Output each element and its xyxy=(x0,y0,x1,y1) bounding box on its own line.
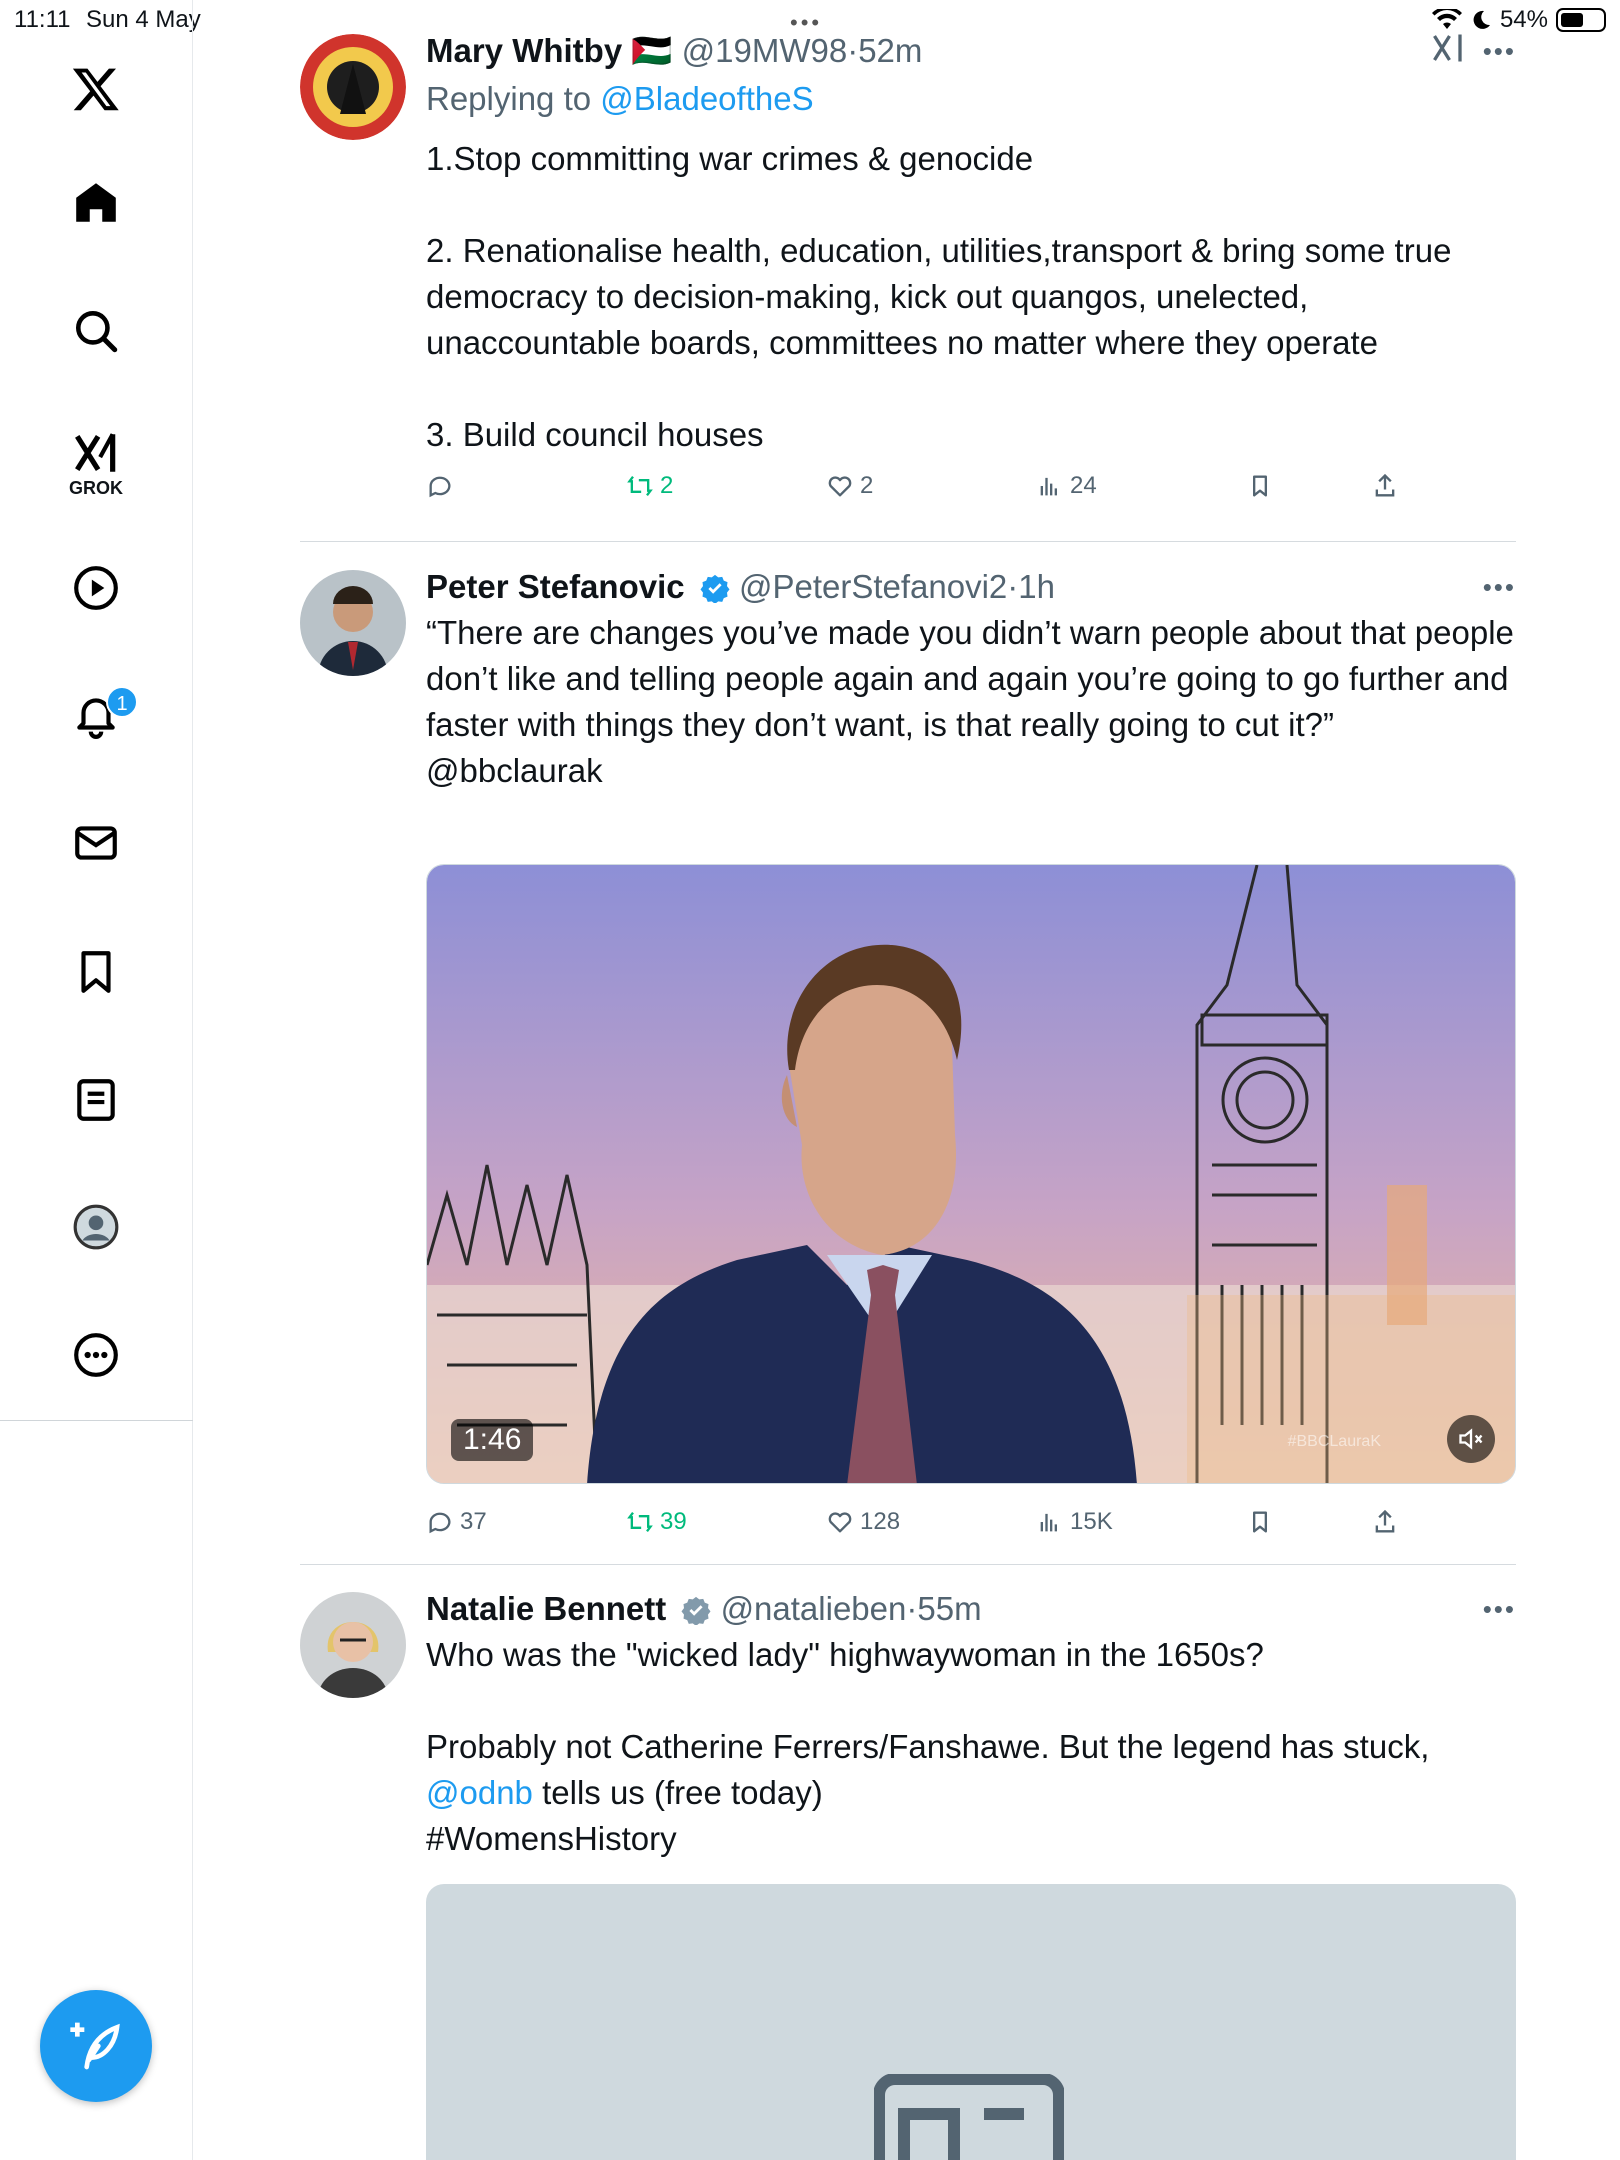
author-name[interactable]: Peter Stefanovic xyxy=(426,568,685,605)
tweet-header: Mary Whitby 🇵🇸 @19MW98·52m xyxy=(426,28,1516,74)
video-duration: 1:46 xyxy=(451,1419,534,1461)
avatar-icon[interactable] xyxy=(65,1196,127,1258)
reply-to-mention[interactable]: @BladeoftheS xyxy=(600,80,813,117)
more-options-icon[interactable]: ••• xyxy=(1483,36,1516,67)
reply-icon xyxy=(429,476,451,498)
speaker-muted-icon xyxy=(1459,1428,1483,1450)
reply-button[interactable] xyxy=(426,472,460,500)
tweet-time[interactable]: 55m xyxy=(917,1590,981,1627)
tweet-actions: 37 39 128 15K xyxy=(426,1508,1516,1548)
play-icon[interactable] xyxy=(65,557,127,619)
like-button[interactable]: 128 xyxy=(826,1508,900,1536)
views-button[interactable]: 24 xyxy=(1036,472,1097,500)
mail-icon[interactable] xyxy=(65,812,127,874)
share-icon xyxy=(1375,473,1395,497)
sidebar: GROK 1 xyxy=(0,0,193,2160)
article-placeholder-icon xyxy=(874,2074,1064,2160)
tweet-time[interactable]: 1h xyxy=(1018,568,1055,605)
grok-icon[interactable] xyxy=(65,422,127,484)
retweet-button[interactable]: 39 xyxy=(626,1508,687,1536)
author-name[interactable]: Mary Whitby xyxy=(426,32,622,69)
tweet-actions: 2 2 24 xyxy=(426,472,1516,512)
retweet-count: 39 xyxy=(660,1508,687,1535)
retweet-button[interactable]: 2 xyxy=(626,472,673,500)
heart-icon xyxy=(828,1512,852,1533)
verified-badge-icon xyxy=(700,574,730,603)
avatar[interactable] xyxy=(300,34,406,140)
author-name[interactable]: Natalie Bennett xyxy=(426,1590,666,1627)
tweet-text-line-1: Who was the "wicked lady" highwaywoman i… xyxy=(426,1636,1264,1673)
like-count: 2 xyxy=(860,472,874,499)
tweet-text-line-2: Probably not Catherine Ferrers/Fanshawe.… xyxy=(426,1728,1430,1765)
tweet-text-line-3: @odnb tells us (free today) xyxy=(426,1770,1516,1816)
list-icon[interactable] xyxy=(65,1069,127,1131)
share-icon xyxy=(1375,1509,1395,1533)
more-options-icon[interactable]: ••• xyxy=(1483,1594,1516,1625)
link-card-image[interactable] xyxy=(426,1884,1516,2160)
compose-feather-icon xyxy=(70,2022,120,2070)
x-logo-icon[interactable] xyxy=(65,58,127,120)
share-button[interactable] xyxy=(1371,1508,1399,1536)
more-options-icon[interactable]: ••• xyxy=(1483,572,1516,603)
grok-label: GROK xyxy=(69,478,123,498)
battery-icon xyxy=(1556,8,1606,32)
retweet-count: 2 xyxy=(660,472,674,499)
share-button[interactable] xyxy=(1371,472,1399,500)
tweet-mention[interactable]: @bbclaurak xyxy=(426,748,1516,794)
views-icon xyxy=(1040,477,1057,496)
views-icon xyxy=(1040,1513,1057,1532)
verified-badge-icon xyxy=(681,1596,711,1625)
more-icon[interactable] xyxy=(65,1324,127,1386)
video-player[interactable]: #BBCLauraK 1:46 xyxy=(426,864,1516,1484)
retweet-icon xyxy=(627,475,653,497)
tweet-header: Peter Stefanovic @PeterStefanovi2·1h xyxy=(426,564,1516,610)
tweet-text: 1.Stop committing war crimes & genocide … xyxy=(426,140,1452,453)
separator-dot: · xyxy=(906,1590,918,1627)
tweet-mention[interactable]: @odnb xyxy=(426,1774,533,1811)
like-count: 128 xyxy=(860,1508,901,1535)
tweet-divider xyxy=(300,541,1516,542)
notification-badge: 1 xyxy=(106,686,138,718)
search-icon[interactable] xyxy=(65,300,127,362)
replying-to: Replying to @BladeoftheS xyxy=(426,74,1516,124)
mute-button[interactable] xyxy=(1447,1415,1495,1463)
bookmark-button[interactable] xyxy=(1246,1508,1274,1536)
tweet-divider xyxy=(300,1564,1516,1565)
tweet-time[interactable]: 52m xyxy=(858,32,922,69)
views-count: 15K xyxy=(1070,1508,1113,1535)
video-watermark: #BBCLauraK xyxy=(1287,1433,1381,1450)
bookmark-icon xyxy=(1253,475,1267,497)
author-handle[interactable]: @natalieben xyxy=(721,1590,907,1627)
tweet-header: Natalie Bennett @natalieben·55m xyxy=(426,1586,1516,1632)
tweet-hashtag[interactable]: #WomensHistory xyxy=(426,1816,1516,1862)
flag-emoji: 🇵🇸 xyxy=(631,32,673,69)
views-count: 24 xyxy=(1070,472,1097,499)
reply-button[interactable]: 37 xyxy=(426,1508,487,1536)
reply-count: 37 xyxy=(460,1508,487,1535)
avatar[interactable] xyxy=(300,570,406,676)
like-button[interactable]: 2 xyxy=(826,472,873,500)
separator-dot: · xyxy=(1007,568,1019,605)
bookmark-icon[interactable] xyxy=(65,941,127,1003)
home-icon[interactable] xyxy=(65,172,127,234)
sidebar-divider xyxy=(0,1420,193,1421)
avatar[interactable] xyxy=(300,1592,406,1698)
bookmark-icon xyxy=(1253,1511,1267,1533)
replying-to-label: Replying to xyxy=(426,80,601,117)
author-handle[interactable]: @PeterStefanovi2 xyxy=(739,568,1007,605)
reply-icon xyxy=(429,1512,451,1534)
bookmark-button[interactable] xyxy=(1246,472,1274,500)
heart-icon xyxy=(828,476,852,497)
retweet-icon xyxy=(627,1511,653,1533)
views-button[interactable]: 15K xyxy=(1036,1508,1113,1536)
grok-explain-icon[interactable] xyxy=(1430,30,1466,66)
video-thumbnail xyxy=(427,865,1515,1483)
tweet-text-tail: tells us (free today) xyxy=(532,1774,823,1811)
compose-post-button[interactable] xyxy=(40,1990,152,2102)
tweet-text: “There are changes you’ve made you didn’… xyxy=(426,614,1524,743)
separator-dot: · xyxy=(847,32,859,69)
author-handle[interactable]: @19MW98 xyxy=(682,32,848,69)
